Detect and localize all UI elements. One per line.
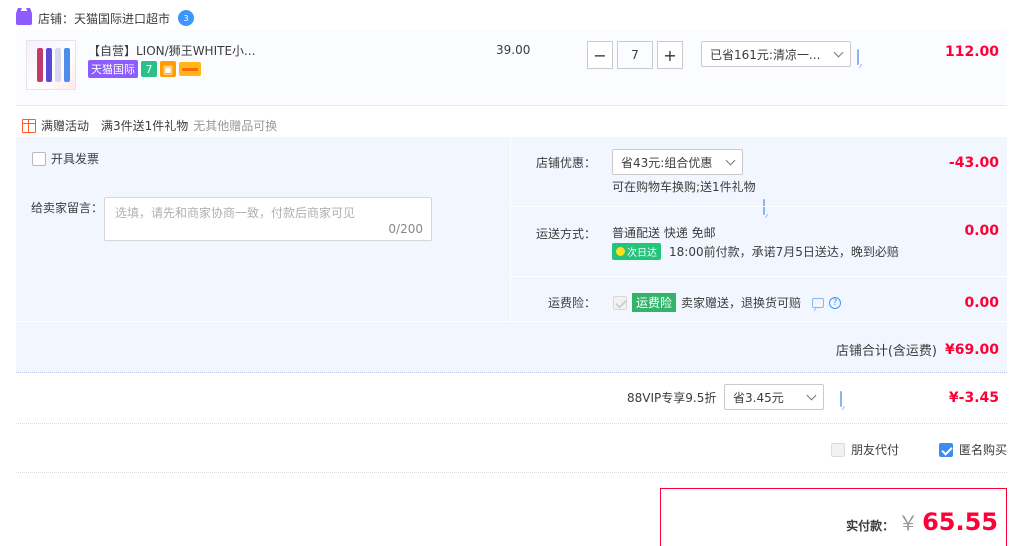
shop-total-label: 店铺合计(含运费)	[835, 344, 937, 359]
gift-icon	[22, 118, 36, 133]
decrease-qty-button[interactable]: −	[587, 41, 613, 69]
payment-summary-box: 实付款： ￥ 65.55	[660, 488, 1007, 546]
shipping-amount: 0.00	[964, 223, 999, 239]
friend-pay-option[interactable]: 朋友代付	[831, 441, 899, 458]
chevron-down-icon	[725, 155, 736, 165]
freight-insurance-checkbox	[613, 295, 627, 310]
chat-icon[interactable]	[857, 49, 859, 65]
next-day-badge: 次日达	[612, 243, 661, 260]
message-label: 给卖家留言：	[31, 201, 104, 215]
tmall-shop-icon	[16, 11, 32, 25]
vip-discount-amount: ¥-3.45	[948, 390, 999, 406]
quantity-stepper: − 7 +	[587, 41, 683, 69]
seller-message-field[interactable]: 选填，请先和商家协商一致，付款后商家可见 0/200	[104, 197, 432, 241]
shop-total-amount: ¥69.00	[944, 341, 999, 358]
row-divider	[16, 321, 1007, 322]
product-thumbnail[interactable]	[26, 40, 76, 90]
freight-insurance-option: 运费险 卖家赠送，退换货可赔 ?	[613, 293, 842, 312]
invoice-checkbox[interactable]	[32, 151, 46, 166]
shipping-method: 普通配送 快递 免邮	[612, 226, 716, 240]
shop-discount-amount: -43.00	[948, 155, 999, 171]
delivery-promise: 次日达 18:00前付款，承诺7月5日送达，晚到必赔	[612, 243, 899, 260]
anonymous-option[interactable]: 匿名购买	[939, 441, 1007, 458]
currency-symbol: ￥	[898, 511, 919, 535]
seller-message-placeholder: 选填，请先和商家协商一致，付款后商家可见	[115, 206, 356, 220]
gift-desc: 满3件送1件礼物	[101, 119, 189, 133]
shop-discount-select[interactable]: 省43元:组合优惠	[612, 149, 743, 175]
gift-note: 无其他赠品可换	[193, 119, 278, 133]
vip-discount-row: 88VIP专享9.5折 省3.45元 ¥-3.45	[16, 374, 1007, 424]
order-options-panel: 开具发票 给卖家留言： 选填，请先和商家协商一致，付款后商家可见 0/200 店…	[16, 137, 1007, 373]
unit-price: 39.00	[496, 43, 531, 57]
lightning-icon	[616, 247, 625, 256]
tmall-global-tag: 天猫国际	[88, 60, 138, 78]
vip-discount-value: 省3.45元	[733, 390, 784, 405]
item-discount-select[interactable]: 已省161元:清凉一...	[701, 41, 851, 67]
seven-day-return-icon: 7	[141, 61, 157, 77]
invoice-label: 开具发票	[51, 152, 100, 166]
product-row: 【自营】LION/狮王WHITE小... 天猫国际 7 ▣ 39.00 − 7 …	[16, 30, 1007, 106]
vip-label: 88VIP专享9.5折	[627, 391, 717, 405]
payment-total: 实付款： ￥ 65.55	[846, 507, 998, 536]
freight-insurance-desc: 卖家赠送，退换货可赔	[681, 296, 802, 310]
item-discount-value: 已省161元:清凉一...	[710, 47, 821, 62]
chat-icon[interactable]	[763, 199, 765, 215]
friend-pay-label: 朋友代付	[851, 443, 900, 457]
anonymous-checkbox[interactable]	[939, 442, 953, 457]
help-icon[interactable]: ?	[829, 296, 842, 309]
invoice-option[interactable]: 开具发票	[32, 150, 99, 167]
payment-amount: 65.55	[922, 508, 998, 536]
payment-options-row: 朋友代付 匿名购买	[16, 425, 1007, 473]
product-title[interactable]: 【自营】LION/狮王WHITE小...	[88, 42, 255, 59]
message-char-count: 0/200	[388, 222, 423, 236]
chevron-down-icon	[806, 390, 817, 400]
shop-total-row: 店铺合计(含运费) ¥69.00	[835, 340, 999, 360]
freight-insurance-label: 运费险：	[548, 296, 597, 310]
shop-discount-value: 省43元:组合优惠	[621, 155, 713, 170]
friend-pay-checkbox[interactable]	[831, 442, 845, 457]
increase-qty-button[interactable]: +	[657, 41, 683, 69]
item-total: 112.00	[944, 44, 999, 60]
guarantee-icon: ▣	[160, 61, 176, 77]
payment-label: 实付款：	[846, 519, 895, 533]
freight-insurance-amount: 0.00	[964, 295, 999, 311]
chevron-down-icon	[833, 47, 844, 57]
product-tags: 天猫国际 7 ▣	[88, 60, 201, 78]
row-divider	[511, 206, 1007, 207]
shipping-label: 运送方式：	[536, 227, 597, 241]
gift-activity-row: 满赠活动 满3件送1件礼物 无其他赠品可换	[22, 117, 277, 134]
panel-divider	[510, 137, 511, 321]
credit-card-icon	[179, 62, 201, 76]
shop-discount-label: 店铺优惠：	[536, 156, 597, 170]
vip-discount-select[interactable]: 省3.45元	[724, 384, 824, 410]
shop-header: 店铺：天猫国际进口超市 3	[16, 8, 195, 28]
chat-icon[interactable]	[812, 297, 825, 308]
anonymous-label: 匿名购买	[959, 443, 1008, 457]
shop-name[interactable]: 店铺：天猫国际进口超市	[38, 10, 170, 27]
gift-label: 满赠活动	[41, 119, 90, 133]
chat-icon[interactable]	[840, 391, 842, 407]
next-day-text: 次日达	[627, 248, 657, 259]
delivery-promise-text: 18:00前付款，承诺7月5日送达，晚到必赔	[669, 245, 899, 259]
shop-discount-desc: 可在购物车换购;送1件礼物	[612, 180, 756, 194]
row-divider	[511, 276, 1007, 277]
wangwang-chat-icon[interactable]: 3	[178, 10, 195, 26]
quantity-input[interactable]: 7	[617, 41, 653, 69]
freight-insurance-tag: 运费险	[632, 293, 677, 312]
